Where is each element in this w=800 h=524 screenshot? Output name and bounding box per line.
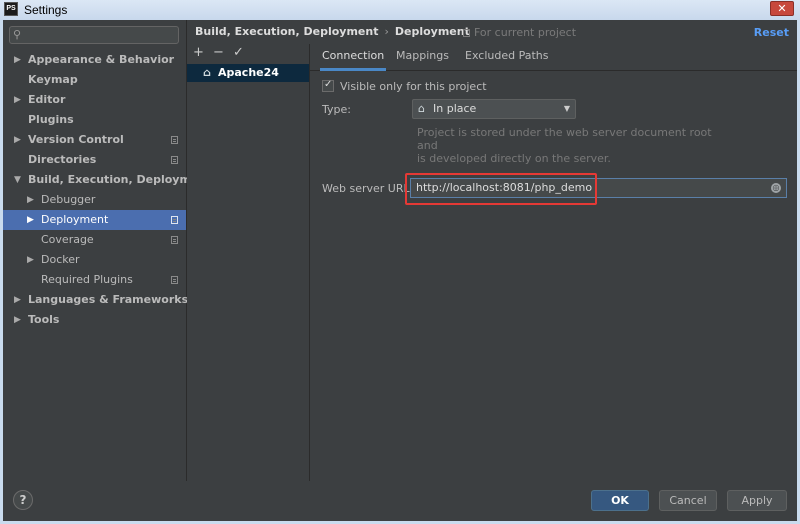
sidebar-item-coverage[interactable]: Coverage bbox=[3, 230, 186, 250]
scope-note-text: For current project bbox=[474, 26, 577, 39]
window-titlebar: PS Settings ✕ bbox=[0, 0, 800, 20]
type-hint: Project is stored under the web server d… bbox=[417, 126, 717, 165]
visible-only-checkbox[interactable] bbox=[322, 78, 334, 92]
sidebar-item-plugins[interactable]: Plugins bbox=[3, 110, 186, 130]
sidebar-item-label: Directories bbox=[28, 153, 97, 166]
annotation-highlight-box bbox=[405, 173, 597, 205]
project-scope-icon bbox=[171, 236, 178, 244]
sidebar-item-label: Deployment bbox=[41, 213, 109, 226]
collapse-arrow-icon[interactable]: ▼ bbox=[14, 170, 21, 190]
type-label: Type: bbox=[322, 103, 351, 116]
expand-arrow-icon[interactable]: ▶ bbox=[27, 190, 34, 210]
sidebar-item-label: Coverage bbox=[41, 233, 94, 246]
sidebar-item-deployment[interactable]: ▶ Deployment bbox=[3, 210, 186, 230]
sidebar-item-label: Plugins bbox=[28, 113, 74, 126]
sidebar-item-docker[interactable]: ▶ Docker bbox=[3, 250, 186, 270]
breadcrumb-item: Deployment bbox=[394, 25, 470, 38]
scope-note: For current project bbox=[463, 26, 576, 39]
cancel-button[interactable]: Cancel bbox=[659, 490, 717, 511]
settings-search-input[interactable]: ⚲ bbox=[9, 26, 179, 44]
close-window-button[interactable]: ✕ bbox=[770, 1, 794, 16]
sidebar-item-tools[interactable]: ▶ Tools bbox=[3, 310, 186, 330]
tab-excluded-paths[interactable]: Excluded Paths bbox=[463, 44, 550, 68]
globe-icon[interactable]: ◎ bbox=[771, 183, 781, 193]
tab-mappings[interactable]: Mappings bbox=[394, 44, 451, 68]
connection-panel: Connection Mappings Excluded Paths Visib… bbox=[310, 44, 797, 481]
expand-arrow-icon[interactable]: ▶ bbox=[14, 50, 21, 70]
expand-arrow-icon[interactable]: ▶ bbox=[14, 310, 21, 330]
apply-button[interactable]: Apply bbox=[727, 490, 787, 511]
search-icon: ⚲ bbox=[13, 28, 22, 41]
tab-connection[interactable]: Connection bbox=[320, 44, 387, 71]
sidebar-item-label: Required Plugins bbox=[41, 273, 133, 286]
dialog-button-bar: ? OK Cancel Apply bbox=[3, 481, 797, 521]
sidebar-item-appearance-behavior[interactable]: ▶ Appearance & Behavior bbox=[3, 50, 186, 70]
expand-arrow-icon[interactable]: ▶ bbox=[14, 130, 21, 150]
chevron-down-icon: ▼ bbox=[563, 104, 570, 113]
sidebar-item-version-control[interactable]: ▶ Version Control bbox=[3, 130, 186, 150]
settings-dialog: ⚲ ▶ Appearance & Behavior Keymap ▶ Edito… bbox=[3, 20, 797, 521]
type-select-value: In place bbox=[433, 102, 477, 115]
project-scope-icon bbox=[171, 216, 178, 224]
expand-arrow-icon[interactable]: ▶ bbox=[14, 290, 21, 310]
sidebar-item-label: Build, Execution, Deployment bbox=[28, 173, 212, 186]
expand-arrow-icon[interactable]: ▶ bbox=[27, 210, 34, 230]
sidebar-item-label: Debugger bbox=[41, 193, 96, 206]
type-hint-line: is developed directly on the server. bbox=[417, 152, 611, 165]
sidebar-item-label: Keymap bbox=[28, 73, 78, 86]
breadcrumb-separator: › bbox=[384, 25, 389, 38]
visible-only-checkbox-row[interactable]: Visible only for this project bbox=[322, 78, 487, 94]
type-hint-line: Project is stored under the web server d… bbox=[417, 126, 712, 152]
sidebar-item-required-plugins[interactable]: Required Plugins bbox=[3, 270, 186, 290]
breadcrumb-item[interactable]: Build, Execution, Deployment bbox=[195, 25, 378, 38]
sidebar-item-directories[interactable]: Directories bbox=[3, 150, 186, 170]
reset-link[interactable]: Reset bbox=[754, 26, 789, 39]
sidebar-item-label: Languages & Frameworks bbox=[28, 293, 189, 306]
settings-sidebar: ⚲ ▶ Appearance & Behavior Keymap ▶ Edito… bbox=[3, 20, 211, 481]
sidebar-item-label: Appearance & Behavior bbox=[28, 53, 175, 66]
sidebar-item-label: Version Control bbox=[28, 133, 124, 146]
home-icon: ⌂ bbox=[203, 66, 211, 79]
server-name: Apache24 bbox=[218, 66, 279, 79]
project-scope-icon bbox=[171, 156, 178, 164]
add-server-button[interactable]: + bbox=[193, 46, 204, 60]
type-select[interactable]: ⌂ In place ▼ bbox=[412, 99, 576, 119]
web-server-url-label: Web server URL: bbox=[322, 182, 414, 195]
window-title: Settings bbox=[24, 3, 68, 17]
sidebar-item-debugger[interactable]: ▶ Debugger bbox=[3, 190, 186, 210]
phpstorm-app-icon: PS bbox=[4, 2, 18, 16]
sidebar-item-editor[interactable]: ▶ Editor bbox=[3, 90, 186, 110]
expand-arrow-icon[interactable]: ▶ bbox=[27, 250, 34, 270]
breadcrumb: Build, Execution, Deployment › Deployment bbox=[195, 24, 470, 40]
sidebar-item-build-execution-deployment[interactable]: ▼ Build, Execution, Deployment bbox=[3, 170, 211, 190]
sidebar-item-keymap[interactable]: Keymap bbox=[3, 70, 186, 90]
sidebar-item-label: Tools bbox=[28, 313, 60, 326]
remove-server-button[interactable]: − bbox=[213, 46, 224, 60]
sidebar-item-languages-frameworks[interactable]: ▶ Languages & Frameworks bbox=[3, 290, 189, 310]
home-icon: ⌂ bbox=[418, 102, 425, 115]
project-scope-icon bbox=[171, 136, 178, 144]
server-list-item[interactable]: ⌂ Apache24 bbox=[187, 64, 309, 82]
expand-arrow-icon[interactable]: ▶ bbox=[14, 90, 21, 110]
ok-button[interactable]: OK bbox=[591, 490, 649, 511]
project-scope-icon bbox=[463, 29, 470, 37]
visible-only-label: Visible only for this project bbox=[340, 80, 487, 93]
help-button[interactable]: ? bbox=[13, 490, 33, 510]
set-default-server-button[interactable]: ✓ bbox=[233, 46, 244, 60]
project-scope-icon bbox=[171, 276, 178, 284]
tab-bar: Connection Mappings Excluded Paths bbox=[310, 44, 797, 71]
sidebar-item-label: Docker bbox=[41, 253, 80, 266]
server-list-panel: + − ✓ ⌂ Apache24 bbox=[187, 44, 310, 481]
sidebar-item-label: Editor bbox=[28, 93, 66, 106]
